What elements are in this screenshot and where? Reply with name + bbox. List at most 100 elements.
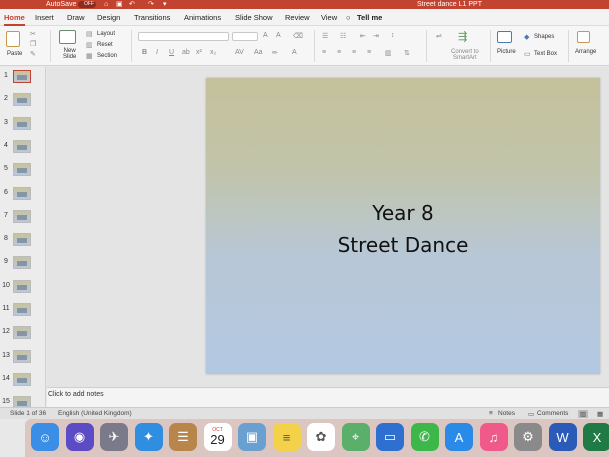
launchpad-icon[interactable]: ✈	[100, 423, 128, 451]
slide-thumbnail-row[interactable]: 5	[0, 161, 45, 181]
slide-thumbnail-row[interactable]: 15	[0, 394, 45, 407]
siri-icon[interactable]: ◉	[65, 423, 94, 451]
slide-sorter-icon[interactable]: ▦	[597, 410, 603, 418]
facetime-icon[interactable]: ✆	[410, 423, 439, 451]
tab-review[interactable]: Review	[285, 12, 310, 23]
contacts-icon[interactable]: ☰	[169, 423, 197, 451]
new-slide-button[interactable]	[59, 30, 76, 44]
smartart-icon[interactable]: ⇶	[458, 30, 467, 43]
tab-animations[interactable]: Animations	[184, 12, 221, 23]
numbering-icon[interactable]: ☷	[340, 32, 346, 40]
change-case-icon[interactable]: Aa	[254, 49, 263, 56]
slide-thumbnail-row[interactable]: 1	[0, 68, 45, 88]
tab-home[interactable]: Home	[4, 12, 25, 26]
itunes-icon[interactable]: ♫	[479, 423, 508, 451]
slide-thumbnail-row[interactable]: 14	[0, 371, 45, 391]
comments-icon[interactable]: ▭	[528, 410, 534, 418]
bold-icon[interactable]: B	[142, 49, 147, 56]
increase-font-icon[interactable]: A	[263, 32, 268, 39]
excel-icon[interactable]: X	[583, 423, 609, 451]
notes-icon[interactable]: ≡	[272, 423, 301, 451]
align-text-icon[interactable]: ⇌	[436, 32, 442, 40]
calendar-icon[interactable]: OCT 29	[203, 423, 232, 451]
justify-icon[interactable]: ≡	[367, 49, 371, 56]
align-right-icon[interactable]: ≡	[352, 49, 356, 56]
slide-thumbnail[interactable]	[13, 372, 31, 386]
slide-thumbnail-row[interactable]: 7	[0, 208, 45, 228]
superscript-icon[interactable]: x²	[196, 49, 202, 56]
tab-insert[interactable]: Insert	[35, 12, 54, 23]
char-spacing-icon[interactable]: AV	[235, 49, 244, 56]
shapes-button[interactable]: Shapes	[534, 34, 554, 40]
keynote-icon[interactable]: ▭	[376, 423, 404, 451]
paste-button[interactable]	[6, 31, 20, 47]
slide-thumbnail[interactable]	[13, 326, 31, 340]
preview-icon[interactable]: ▣	[238, 423, 266, 451]
slide-thumbnail-row[interactable]: 12	[0, 324, 45, 344]
slide-thumbnail-row[interactable]: 2	[0, 91, 45, 111]
language[interactable]: English (United Kingdom)	[58, 410, 132, 417]
tab-slide-show[interactable]: Slide Show	[235, 12, 273, 23]
slide-thumbnail[interactable]	[13, 209, 31, 223]
highlight-icon[interactable]: ✏	[272, 49, 278, 57]
slide-thumbnail[interactable]	[13, 186, 31, 200]
bullets-icon[interactable]: ☰	[322, 32, 328, 40]
cut-icon[interactable]: ✂	[30, 30, 36, 38]
arrange-button[interactable]	[577, 31, 590, 43]
slide-thumbnail-row[interactable]: 4	[0, 138, 45, 158]
notes-toggle[interactable]: Notes	[498, 410, 515, 417]
italic-icon[interactable]: I	[156, 49, 158, 56]
finder-icon[interactable]: ☺	[31, 423, 59, 451]
slide-thumbnail-row[interactable]: 9	[0, 254, 45, 274]
slide-thumbnail[interactable]	[13, 139, 31, 153]
tab-design[interactable]: Design	[97, 12, 120, 23]
align-center-icon[interactable]: ≡	[337, 49, 341, 56]
strikethrough-icon[interactable]: ab	[182, 49, 190, 56]
normal-view-icon[interactable]: ▥	[578, 410, 589, 418]
slide-thumbnail-row[interactable]: 6	[0, 185, 45, 205]
slide-thumbnail[interactable]	[13, 70, 31, 83]
slide-thumbnail[interactable]	[13, 163, 31, 177]
text-direction-icon[interactable]: ⇅	[404, 49, 410, 57]
increase-indent-icon[interactable]: ⇥	[373, 32, 379, 40]
layout-button[interactable]: Layout	[97, 31, 115, 37]
slide-thumbnail-pane[interactable]: 1 2 3 4 5 6 7 8 9 10 11 12 13 14 15	[0, 67, 46, 407]
slide-thumbnail-row[interactable]: 11	[0, 301, 45, 321]
underline-icon[interactable]: U	[169, 49, 174, 56]
slide-thumbnail[interactable]	[13, 303, 31, 316]
comments-toggle[interactable]: Comments	[537, 410, 568, 417]
copy-icon[interactable]: ❐	[30, 40, 36, 48]
slide-thumbnail[interactable]	[13, 233, 31, 247]
tab-transitions[interactable]: Transitions	[134, 12, 170, 23]
reset-button[interactable]: Reset	[97, 42, 113, 48]
slide-thumbnail-row[interactable]: 3	[0, 115, 45, 135]
clear-format-icon[interactable]: ⌫	[293, 32, 303, 40]
text-box-button[interactable]: Text Box	[534, 51, 557, 57]
tab-draw[interactable]: Draw	[67, 12, 85, 23]
slide-thumbnail[interactable]	[13, 349, 31, 363]
safari-icon[interactable]: ✦	[134, 423, 163, 451]
decrease-font-icon[interactable]: A	[276, 32, 281, 39]
font-size-dropdown[interactable]	[232, 32, 258, 41]
notes-toggle-icon[interactable]: ≡	[489, 410, 493, 417]
slide-title-box[interactable]: Year 8 Street Dance	[206, 197, 600, 261]
slide-thumbnail[interactable]	[13, 116, 31, 130]
subscript-icon[interactable]: x₂	[210, 49, 216, 56]
picture-button[interactable]	[497, 31, 512, 43]
format-painter-icon[interactable]: ✎	[30, 50, 36, 58]
columns-icon[interactable]: ▥	[385, 49, 392, 57]
slide-thumbnail[interactable]	[13, 396, 31, 407]
system-preferences-icon[interactable]: ⚙	[514, 423, 542, 451]
slide-thumbnail-row[interactable]: 10	[0, 278, 45, 298]
font-name-dropdown[interactable]	[138, 32, 229, 41]
slide-thumbnail[interactable]	[13, 256, 31, 270]
word-icon[interactable]: W	[548, 423, 577, 451]
tab-view[interactable]: View	[321, 12, 337, 23]
slide-thumbnail[interactable]	[13, 93, 31, 107]
slide-thumbnail-row[interactable]: 8	[0, 231, 45, 251]
line-spacing-icon[interactable]: ↕	[391, 32, 395, 39]
current-slide[interactable]: Year 8 Street Dance	[206, 78, 600, 374]
photos-icon[interactable]: ✿	[307, 423, 335, 451]
slide-thumbnail[interactable]	[13, 279, 31, 293]
app-store-icon[interactable]: A	[445, 423, 473, 451]
